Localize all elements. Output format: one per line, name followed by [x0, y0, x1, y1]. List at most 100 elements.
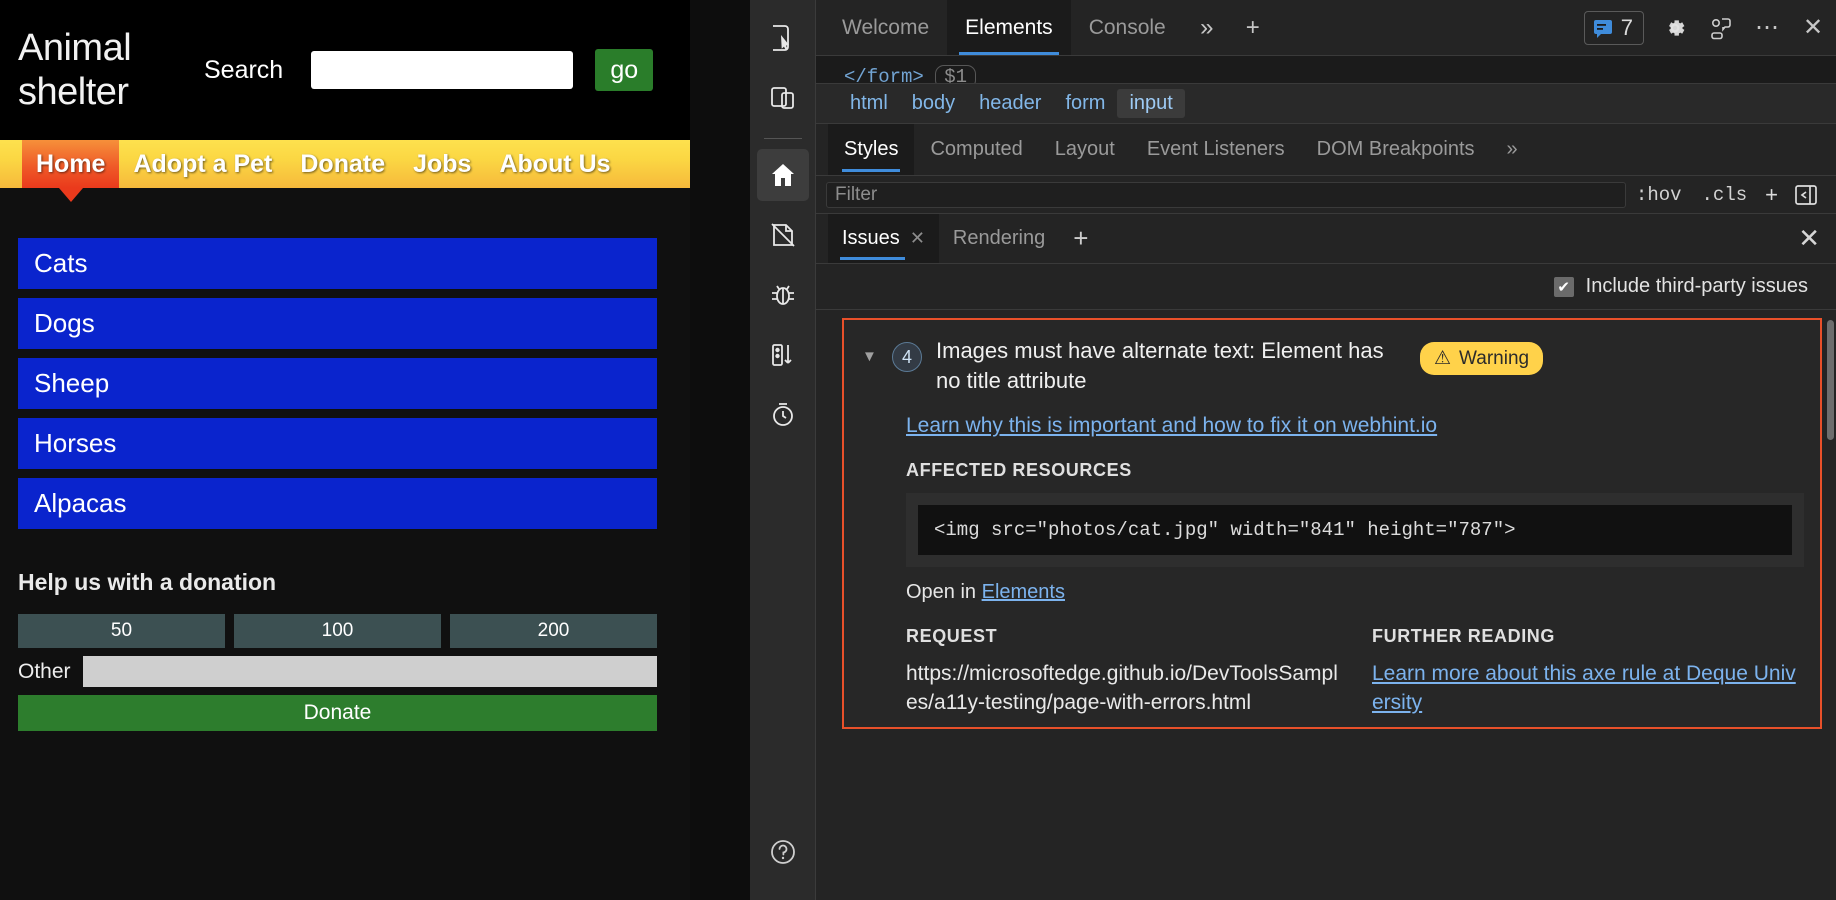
issues-message-icon: [1592, 17, 1614, 39]
tab-console[interactable]: Console: [1071, 0, 1184, 55]
category-item-dogs[interactable]: Dogs: [18, 298, 657, 349]
webpage-viewport: Animal shelter Search go Home Adopt a Pe…: [0, 0, 690, 900]
issue-title: Images must have alternate text: Element…: [936, 336, 1406, 396]
breadcrumb-input[interactable]: input: [1117, 89, 1184, 118]
styles-filter-row: :hov .cls +: [816, 176, 1836, 214]
further-reading-label: FURTHER READING: [1372, 626, 1804, 647]
debugger-icon[interactable]: [757, 269, 809, 321]
site-brand: Animal shelter: [18, 26, 168, 114]
issue-code-snippet: <img src="photos/cat.jpg" width="841" he…: [918, 505, 1792, 555]
dom-ghost-tag: </form> $1: [844, 66, 976, 84]
category-item-cats[interactable]: Cats: [18, 238, 657, 289]
devtools-tab-bar: Welcome Elements Console » + 7: [816, 0, 1836, 56]
drawer-add-tab-icon[interactable]: +: [1059, 214, 1102, 263]
inspect-element-icon[interactable]: [757, 12, 809, 64]
nav-item-home[interactable]: Home: [22, 140, 119, 188]
tab-welcome[interactable]: Welcome: [824, 0, 947, 55]
issues-panel-icon[interactable]: [757, 209, 809, 261]
more-tabs-icon[interactable]: »: [1184, 0, 1230, 55]
animal-category-list: Cats Dogs Sheep Horses Alpacas: [18, 238, 656, 529]
toggle-pseudo-states-button[interactable]: :hov: [1626, 184, 1692, 206]
issue-severity-badge: ⚠ Warning: [1420, 342, 1543, 375]
drawer-tab-rendering[interactable]: Rendering: [939, 214, 1059, 263]
issue-count-badge: 4: [892, 342, 922, 372]
donation-amount-row: 50 100 200: [18, 614, 657, 648]
styles-pane-tab-bar: Styles Computed Layout Event Listeners D…: [816, 124, 1836, 176]
tabbar-spacer: [1276, 0, 1584, 55]
category-item-sheep[interactable]: Sheep: [18, 358, 657, 409]
breadcrumb-html[interactable]: html: [838, 89, 900, 118]
issues-list: ▼ 4 Images must have alternate text: Ele…: [816, 310, 1836, 900]
drawer-tab-bar: Issues ✕ Rendering + ✕: [816, 214, 1836, 264]
tab-dom-breakpoints[interactable]: DOM Breakpoints: [1301, 124, 1491, 175]
issue-card: ▼ 4 Images must have alternate text: Ele…: [842, 318, 1822, 729]
tab-computed[interactable]: Computed: [914, 124, 1038, 175]
donation-amount-200[interactable]: 200: [450, 614, 657, 648]
dom-ghost-pill: $1: [935, 65, 976, 84]
drawer-close-icon[interactable]: ✕: [1782, 214, 1836, 263]
donation-amount-100[interactable]: 100: [234, 614, 441, 648]
open-in-row: Open in Elements: [906, 581, 1804, 604]
device-emulation-icon[interactable]: [757, 72, 809, 124]
search-form: Search go: [204, 49, 653, 91]
category-item-horses[interactable]: Horses: [18, 418, 657, 469]
site-nav: Home Adopt a Pet Donate Jobs About Us: [0, 140, 690, 188]
styles-filter-input[interactable]: [826, 182, 1626, 208]
gear-icon[interactable]: [1652, 0, 1698, 55]
desktop-background: [690, 0, 750, 900]
add-tab-icon[interactable]: +: [1230, 0, 1276, 55]
tab-event-listeners[interactable]: Event Listeners: [1131, 124, 1301, 175]
devtools-window: Welcome Elements Console » + 7: [750, 0, 1836, 900]
performance-icon[interactable]: [757, 389, 809, 441]
tab-styles[interactable]: Styles: [828, 124, 914, 175]
issue-header: ▼ 4 Images must have alternate text: Ele…: [844, 320, 1820, 402]
nav-item-jobs[interactable]: Jobs: [399, 140, 485, 188]
search-input[interactable]: [311, 51, 573, 89]
category-item-alpacas[interactable]: Alpacas: [18, 478, 657, 529]
help-icon[interactable]: [757, 826, 809, 878]
close-devtools-icon[interactable]: ✕: [1790, 0, 1836, 55]
issues-count-badge[interactable]: 7: [1584, 11, 1644, 45]
network-icon[interactable]: [757, 329, 809, 381]
include-third-party-checkbox[interactable]: ✔: [1554, 277, 1574, 297]
customize-devtools-icon[interactable]: [1698, 0, 1744, 55]
drawer-tab-issues[interactable]: Issues ✕: [828, 214, 939, 263]
request-label: REQUEST: [906, 626, 1338, 647]
open-in-elements-link[interactable]: Elements: [982, 581, 1065, 603]
toggle-sidebar-icon[interactable]: [1786, 184, 1826, 206]
donate-submit-button[interactable]: Donate: [18, 695, 657, 731]
issue-details-columns: REQUEST https://microsoftedge.github.io/…: [906, 626, 1804, 717]
screen: Animal shelter Search go Home Adopt a Pe…: [0, 0, 1836, 900]
page-content: Cats Dogs Sheep Horses Alpacas Help us w…: [0, 188, 690, 731]
toggle-element-classes-button[interactable]: .cls: [1692, 184, 1758, 206]
search-go-button[interactable]: go: [595, 49, 653, 91]
new-style-rule-icon[interactable]: +: [1757, 182, 1786, 208]
issue-learn-more-link[interactable]: Learn why this is important and how to f…: [906, 414, 1437, 438]
elements-home-icon[interactable]: [757, 149, 809, 201]
breadcrumb-form[interactable]: form: [1053, 89, 1117, 118]
dom-tree-clipped-row: </form> $1: [816, 56, 1836, 84]
nav-item-adopt-a-pet[interactable]: Adopt a Pet: [119, 140, 286, 188]
breadcrumb-body[interactable]: body: [900, 89, 967, 118]
more-options-icon[interactable]: ⋯: [1744, 0, 1790, 55]
devtools-main: Welcome Elements Console » + 7: [816, 0, 1836, 900]
further-reading-link[interactable]: Learn more about this axe rule at Deque …: [1372, 659, 1804, 717]
request-url-value: https://microsoftedge.github.io/DevTools…: [906, 659, 1338, 717]
affected-resources-label: AFFECTED RESOURCES: [906, 460, 1804, 481]
issue-request-column: REQUEST https://microsoftedge.github.io/…: [906, 626, 1338, 717]
drawer-tab-issues-close-icon[interactable]: ✕: [910, 228, 925, 249]
issues-scrollbar[interactable]: [1827, 320, 1834, 440]
third-party-issues-row: ✔ Include third-party issues: [816, 264, 1836, 310]
donation-other-input[interactable]: [83, 656, 657, 687]
devtools-activity-bar: [750, 0, 816, 900]
nav-item-about-us[interactable]: About Us: [485, 140, 624, 188]
nav-item-donate[interactable]: Donate: [286, 140, 399, 188]
issue-expand-icon[interactable]: ▼: [862, 348, 878, 365]
include-third-party-label: Include third-party issues: [1586, 275, 1808, 298]
breadcrumb-header[interactable]: header: [967, 89, 1053, 118]
styles-more-tabs-icon[interactable]: »: [1491, 124, 1534, 175]
tab-elements[interactable]: Elements: [947, 0, 1071, 55]
donation-amount-50[interactable]: 50: [18, 614, 225, 648]
donation-heading: Help us with a donation: [18, 569, 656, 596]
tab-layout[interactable]: Layout: [1039, 124, 1131, 175]
